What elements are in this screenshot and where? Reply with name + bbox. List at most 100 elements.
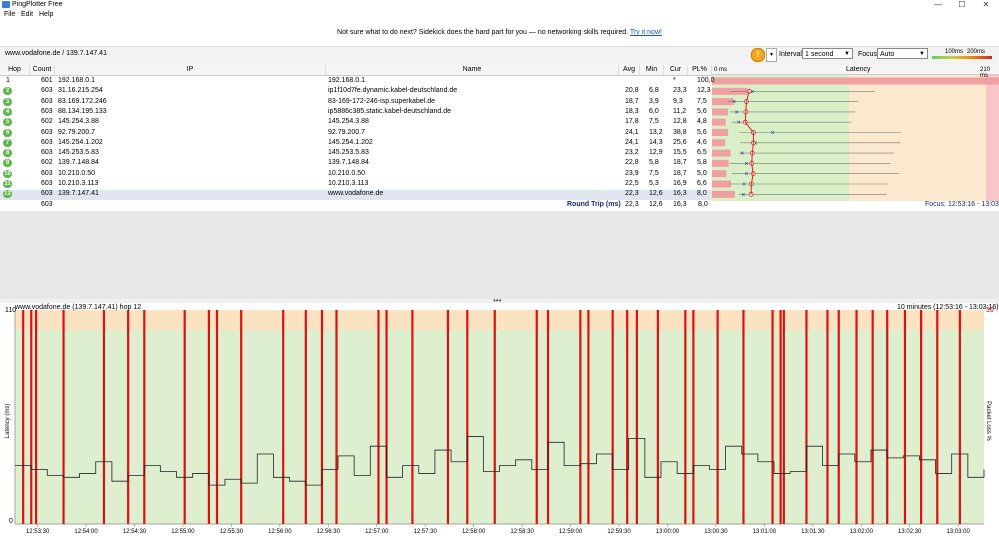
cell-count: 603: [41, 149, 53, 157]
cell-min: 12,9: [649, 149, 663, 157]
cell-name: www.vodafone.de: [328, 190, 384, 198]
current-latency-mark: ×: [742, 182, 746, 189]
table-row[interactable]: 2 603 31.16.215.254 ip1f10d7fe.dynamic.kabe…: [0, 86, 711, 96]
packet-loss-bar: [712, 159, 729, 167]
close-button[interactable]: ✕: [974, 0, 998, 10]
col-avg[interactable]: Avg: [619, 65, 640, 75]
hop-number-badge: 4: [3, 107, 12, 116]
cell-ip: 139.7.148.84: [58, 159, 99, 167]
packet-loss-marker: [782, 310, 785, 524]
packet-loss-marker: [304, 310, 307, 524]
x-tick-label: 13:00:30: [704, 529, 728, 535]
packet-loss-marker: [411, 310, 414, 524]
cell-min: 13,2: [649, 128, 663, 136]
table-row[interactable]: 4 603 88.134.195.133 ip5886c385.static.kabe…: [0, 107, 710, 117]
menu-edit[interactable]: Edit: [21, 10, 33, 20]
table-row[interactable]: 9 602 139.7.148.84 139.7.148.84 22,8 5,8 18,7 5…: [0, 158, 710, 168]
cell-ip: 139.7.147.41: [58, 190, 99, 198]
x-tick-label: 12:58:30: [510, 529, 534, 535]
promo-text: Not sure what to do next? Sidekick does …: [337, 29, 629, 36]
cell-count: 603: [41, 169, 53, 177]
packet-loss-marker: [546, 310, 550, 524]
col-name[interactable]: Name: [326, 65, 619, 75]
cell-avg: 22,3: [625, 190, 639, 198]
x-tick-label: 12:56:30: [317, 529, 341, 535]
packet-loss-marker: [34, 310, 38, 524]
cell-pl: 4,6: [697, 138, 707, 146]
promo-link[interactable]: Try it now!: [630, 29, 662, 36]
col-pl[interactable]: PL%: [688, 65, 712, 75]
cell-min: 6,0: [649, 107, 659, 115]
menu-help[interactable]: Help: [39, 10, 53, 20]
packet-loss-marker: [826, 310, 829, 524]
menu-file[interactable]: File: [4, 10, 15, 20]
chart-title: www.vodafone.de (139.7.147.41) hop 12: [15, 304, 142, 311]
packet-loss-marker: [587, 310, 590, 524]
packet-loss-marker: [936, 310, 939, 524]
cell-cur: *: [673, 77, 676, 84]
packet-loss-bar: [712, 190, 735, 198]
latency-color-legend: [932, 56, 992, 59]
cell-avg: 23,9: [625, 169, 639, 177]
current-latency-mark: ×: [737, 120, 741, 127]
packet-loss-marker: [62, 310, 65, 524]
table-row[interactable]: 1 601 192.168.0.1 192.168.0.1 * 100,0: [0, 76, 715, 86]
table-row[interactable]: 3 603 83.169.172.246 83-169-172-246-isp.sup…: [0, 97, 710, 107]
col-hop[interactable]: Hop: [0, 65, 30, 75]
col-latency-label: Latency: [846, 66, 871, 73]
maximize-button[interactable]: ☐: [950, 0, 974, 10]
packet-loss-marker: [626, 310, 629, 524]
hop-number-badge: 2: [3, 87, 12, 96]
table-row[interactable]: 7 603 145.254.1.202 145.254.1.202 24,1 14,3 25…: [0, 138, 710, 148]
hop-number: 1: [6, 77, 10, 84]
minimize-button[interactable]: —: [926, 0, 950, 10]
packet-loss-bar: [712, 139, 726, 147]
table-row[interactable]: 5 602 145.254.3.88 145.254.3.88 17,8 7,5 12,8 4…: [0, 117, 710, 127]
promo-banner-content: Not sure what to do next? Sidekick does …: [0, 29, 999, 36]
table-row[interactable]: 6 603 92.79.200.7 92.79.200.7 24,1 13,2 38,8 5,…: [0, 128, 710, 138]
packet-loss-marker: [779, 310, 782, 524]
packet-loss-marker: [102, 310, 106, 524]
x-tick-label: 13:01:00: [753, 529, 777, 535]
cell-count: 603: [41, 138, 53, 146]
cell-name: 92.79.200.7: [328, 128, 365, 136]
target-address[interactable]: www.vodafone.de / 139.7.147.41: [5, 50, 107, 57]
focus-select[interactable]: Auto ▼: [877, 48, 928, 59]
cell-avg: 23,2: [625, 149, 639, 157]
cell-ip: 31.16.215.254: [58, 87, 103, 95]
cell-name: 10.210.3.113: [328, 180, 369, 187]
cell-cur: 11,2: [673, 107, 687, 115]
cell-cur: 12,8: [673, 118, 687, 126]
x-tick-label: 12:57:00: [365, 529, 389, 535]
packet-loss-marker: [335, 310, 338, 524]
packet-loss-marker: [535, 310, 538, 524]
packet-loss-marker: [684, 310, 687, 524]
cell-cur: 18,7: [673, 169, 687, 177]
packet-loss-marker: [282, 310, 285, 524]
latency-graph: ×××××××××××: [712, 75, 999, 201]
table-row[interactable]: 10 603 10.210.0.50 10.210.0.50 23,9 7,5 18,7 5,…: [0, 169, 710, 179]
table-row[interactable]: 12 603 139.7.147.41 www.vodafone.de 22,3 12,6…: [0, 189, 710, 199]
cell-ip: 145.253.5.83: [58, 149, 99, 157]
packet-loss-marker: [635, 310, 638, 524]
interval-select[interactable]: 1 second ▼: [802, 48, 853, 59]
hop-number-badge: 12: [3, 190, 12, 199]
packet-loss-marker: [920, 310, 923, 524]
table-row[interactable]: 11 603 10.210.3.113 10.210.3.113 22,5 5,3 16,9…: [0, 179, 710, 189]
col-cur[interactable]: Cur: [664, 65, 688, 75]
cell-avg: 22,8: [625, 159, 639, 167]
table-row[interactable]: 8 603 145.253.5.83 145.253.5.83 23,2 12,9 15,5…: [0, 148, 710, 158]
packet-loss-marker: [207, 310, 210, 524]
alert-dropdown-button[interactable]: ▾: [766, 48, 777, 62]
history-chart: 12:53:30 12:54:00 12:54:30 12:55:00 12:55:30…: [14, 310, 985, 535]
summary-pl: 8,0: [698, 201, 708, 208]
summary-row: 603 Round Trip (ms) 22,3 12,6 16,3 8,0 F…: [0, 200, 999, 210]
col-min[interactable]: Min: [640, 65, 664, 75]
cell-min: 3,9: [649, 97, 659, 105]
col-ip[interactable]: IP: [55, 65, 326, 75]
col-count[interactable]: Count: [30, 65, 55, 75]
latency-max-label: 210 ms: [980, 67, 991, 79]
alert-icon[interactable]: !: [751, 48, 765, 62]
cell-pl: 4,8: [697, 118, 707, 126]
title-bar: [0, 0, 999, 10]
